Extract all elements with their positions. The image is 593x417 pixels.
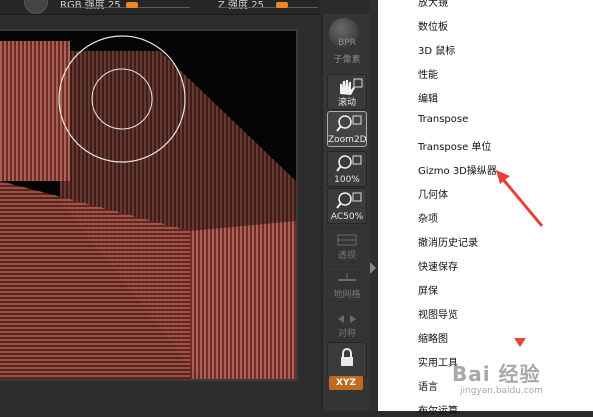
top-slider-bar: RGB 强度 25 Z 强度 25 [0, 0, 320, 15]
perspective-label: 透视 [337, 251, 356, 261]
brush-preview-icon[interactable] [24, 0, 48, 14]
rgb-intensity-knob[interactable] [126, 2, 138, 8]
menu-item[interactable]: 撤消历史记录 [418, 234, 478, 249]
menu-item[interactable]: 数位板 [418, 18, 448, 33]
z-intensity-knob[interactable] [276, 2, 288, 8]
rgb-intensity-slider[interactable] [60, 7, 190, 8]
ac50-icon [336, 192, 362, 209]
watermark: Bai 经验 jingyan.baidu.com [430, 352, 593, 411]
floor-grid-label: 地网格 [333, 290, 361, 300]
actual-size-label: 100% [334, 175, 360, 185]
zoom2d-label: Zoom2D [328, 135, 367, 145]
mesh-left-face [0, 41, 70, 181]
menu-item[interactable]: 3D 鼠标 [418, 42, 455, 57]
zoom2d-button[interactable]: Zoom2D [327, 111, 367, 147]
red-marker-icon [514, 338, 526, 347]
menu-item[interactable]: 杂项 [418, 210, 438, 225]
scroll-label: 滚动 [337, 98, 356, 108]
subpixel-label: 子像素 [333, 55, 361, 65]
menu-item[interactable]: 编辑 [418, 90, 438, 105]
panel-divider[interactable] [370, 0, 378, 411]
symmetry-label: 对称 [337, 329, 356, 339]
menu-item[interactable]: 缩略图 [418, 330, 448, 345]
xyz-toggle[interactable]: XYZ [329, 376, 363, 390]
antialiased-half-label: AC50% [330, 212, 364, 222]
menu-item[interactable]: Transpose [418, 114, 468, 125]
menu-item[interactable]: 放大镜 [418, 0, 448, 9]
perspective-button[interactable]: 透视 [327, 227, 367, 263]
menu-item[interactable]: Gizmo 3D操纵器 [418, 162, 497, 177]
watermark-url: jingyan.baidu.com [460, 386, 544, 396]
mesh-render [0, 35, 296, 379]
antialiased-half-button[interactable]: AC50% [327, 188, 367, 224]
menu-item[interactable]: Transpose 单位 [418, 138, 491, 153]
menu-item[interactable]: 屏保 [418, 282, 438, 297]
editor-area: RGB 强度 25 Z 强度 25 [0, 0, 320, 411]
zoom-100-icon [336, 155, 362, 172]
rgb-intensity-label: RGB 强度 25 [60, 0, 121, 11]
document-canvas[interactable] [0, 31, 296, 379]
bpr-label: BPR [338, 38, 356, 48]
menu-item[interactable]: 视图导览 [418, 306, 458, 321]
z-intensity-slider[interactable] [218, 7, 318, 8]
zoom2d-icon [336, 115, 362, 132]
mesh-front-face [190, 221, 296, 379]
right-shelf: BPR 子像素 滚动 Zoom2D 100% AC50% 透视 地网格 对称 X… [322, 14, 371, 411]
z-intensity-label: Z 强度 25 [218, 0, 264, 11]
bpr-button[interactable]: BPR 子像素 [323, 14, 371, 68]
menu-item[interactable]: 几何体 [418, 186, 448, 201]
expand-arrow-icon[interactable] [370, 262, 376, 274]
symmetry-button[interactable]: 对称 [327, 305, 367, 341]
preferences-menu: 放大镜数位板 3D 鼠标性能编辑 Transpose Transpose 单位 Gizm… [378, 0, 593, 417]
menu-item[interactable]: 性能 [418, 66, 438, 81]
menu-item[interactable]: 快速保存 [418, 258, 458, 273]
annotation-arrow [496, 170, 544, 227]
actual-size-button[interactable]: 100% [327, 151, 367, 187]
watermark-logo: Bai 经验 [452, 362, 541, 386]
scroll-button[interactable]: 滚动 [327, 74, 367, 110]
local-lock-icon [341, 348, 353, 366]
local-lock-button[interactable] [327, 342, 367, 378]
floor-grid-button[interactable]: 地网格 [327, 266, 367, 302]
